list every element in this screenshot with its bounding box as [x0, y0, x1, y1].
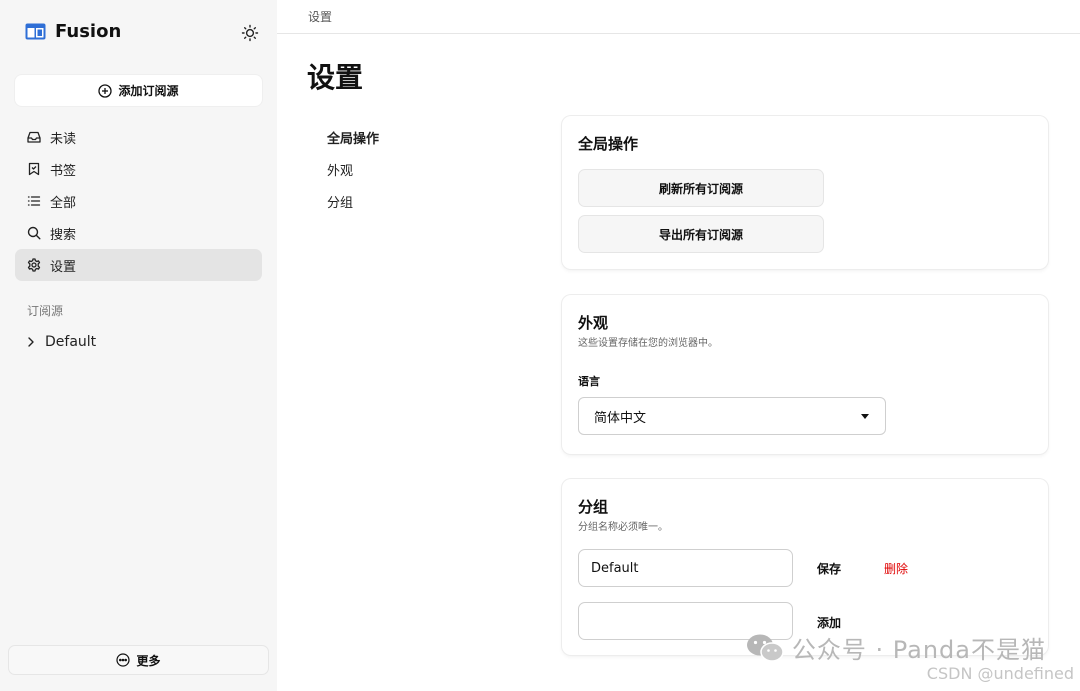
settings-nav: 全局操作 外观 分组: [327, 128, 379, 224]
groups-card: 分组 分组名称必须唯一。 保存 删除 添加: [562, 479, 1048, 655]
sidebar-item-all[interactable]: 全部: [15, 185, 262, 217]
appearance-card: 外观 这些设置存储在您的浏览器中。 语言 简体中文: [562, 295, 1048, 454]
page-title: 设置: [307, 61, 364, 94]
sidebar-item-label: 书签: [50, 163, 77, 179]
groups-title: 分组: [578, 498, 609, 516]
add-feed-button[interactable]: 添加订阅源: [15, 75, 262, 106]
sidebar-item-label: 搜索: [50, 227, 77, 243]
sidebar-item-label: 设置: [50, 259, 77, 275]
watermark: 公众号 · Panda不是猫: [746, 630, 1046, 665]
watermark-text: 公众号 · Panda不是猫: [791, 636, 1046, 664]
wechat-icon: [746, 634, 784, 662]
sidebar-group-default[interactable]: Default: [27, 332, 96, 352]
more-label: 更多: [136, 653, 161, 668]
language-select[interactable]: 简体中文: [578, 397, 886, 435]
settings-nav-groups[interactable]: 分组: [327, 192, 379, 224]
sidebar-item-bookmarks[interactable]: 书签: [15, 153, 262, 185]
chevron-right-icon: [28, 337, 34, 347]
add-group-button[interactable]: 添加: [817, 614, 841, 631]
more-circle-icon: [116, 653, 131, 667]
sidebar-item-settings[interactable]: 设置: [15, 249, 262, 281]
group-name-input[interactable]: [578, 549, 793, 587]
add-feed-label: 添加订阅源: [118, 84, 179, 98]
sidebar: Fusion 添加订阅源 未读 书签 全部 搜索 设置 订阅源 Default …: [0, 0, 277, 691]
global-actions-card: 全局操作 刷新所有订阅源 导出所有订阅源: [562, 116, 1048, 269]
sidebar-item-unread[interactable]: 未读: [15, 121, 262, 153]
sidebar-item-search[interactable]: 搜索: [15, 217, 262, 249]
settings-nav-global-actions[interactable]: 全局操作: [327, 128, 379, 160]
brand[interactable]: Fusion: [25, 21, 121, 42]
more-button[interactable]: 更多: [8, 645, 269, 675]
sun-icon: [241, 24, 259, 42]
inbox-icon: [27, 131, 41, 143]
app-name: Fusion: [55, 21, 122, 42]
source-watermark: CSDN @undefined: [926, 664, 1074, 683]
language-select-value: 简体中文: [594, 410, 647, 426]
appearance-title: 外观: [578, 314, 609, 332]
theme-toggle-button[interactable]: [240, 23, 260, 43]
refresh-all-feeds-button[interactable]: 刷新所有订阅源: [578, 169, 824, 207]
bookmark-icon: [28, 162, 40, 176]
sidebar-item-label: 未读: [50, 131, 77, 147]
caret-down-icon: [861, 414, 869, 419]
appearance-description: 这些设置存储在您的浏览器中。: [578, 338, 718, 349]
global-actions-title: 全局操作: [578, 135, 639, 153]
sidebar-item-label: 全部: [50, 195, 77, 211]
search-icon: [27, 226, 41, 240]
sidebar-nav: 未读 书签 全部 搜索 设置: [15, 121, 262, 281]
app-logo-icon: [25, 23, 46, 40]
top-bar: 设置: [277, 0, 1080, 34]
language-label: 语言: [578, 375, 600, 388]
groups-description: 分组名称必须唯一。: [578, 522, 668, 533]
settings-nav-appearance[interactable]: 外观: [327, 160, 379, 192]
breadcrumb[interactable]: 设置: [308, 8, 332, 25]
feeds-section-label: 订阅源: [27, 304, 64, 318]
delete-group-button[interactable]: 删除: [884, 560, 908, 577]
save-group-button[interactable]: 保存: [817, 560, 841, 577]
gear-icon: [27, 258, 41, 272]
sidebar-group-label: Default: [45, 334, 97, 350]
export-all-feeds-button[interactable]: 导出所有订阅源: [578, 215, 824, 253]
plus-circle-icon: [98, 83, 113, 98]
list-icon: [27, 196, 41, 206]
